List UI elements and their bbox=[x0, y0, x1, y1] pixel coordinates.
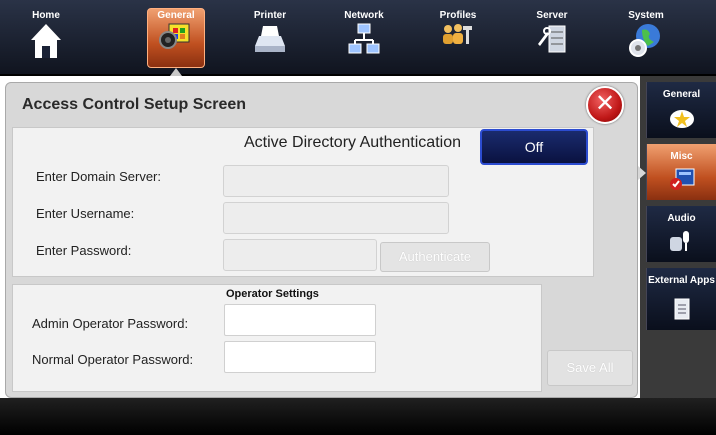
password-input[interactable] bbox=[223, 239, 377, 271]
close-button[interactable]: ✕ bbox=[586, 86, 624, 124]
save-all-button[interactable]: Save All bbox=[547, 350, 633, 386]
microphone-icon bbox=[668, 229, 696, 256]
document-icon bbox=[672, 297, 692, 324]
username-label: Enter Username: bbox=[36, 206, 135, 221]
nav-printer-label: Printer bbox=[253, 10, 287, 21]
admin-password-input[interactable] bbox=[224, 304, 376, 336]
bottom-bar bbox=[0, 398, 716, 435]
nav-system[interactable]: System bbox=[604, 0, 688, 74]
nav-server[interactable]: Server bbox=[510, 0, 594, 74]
normal-password-input[interactable] bbox=[224, 341, 376, 373]
star-icon bbox=[669, 107, 695, 132]
printer-icon bbox=[253, 22, 287, 59]
nav-system-label: System bbox=[628, 10, 664, 21]
globe-gear-icon bbox=[628, 22, 664, 61]
misc-icon bbox=[668, 167, 696, 194]
authenticate-button[interactable]: Authenticate bbox=[380, 242, 490, 272]
normal-password-label: Normal Operator Password: bbox=[32, 352, 194, 367]
sidebar-item-label: Audio bbox=[667, 213, 696, 224]
profiles-icon bbox=[440, 22, 476, 51]
sidebar-item-label: External Apps bbox=[648, 275, 715, 286]
nav-home[interactable]: Home bbox=[4, 0, 88, 74]
sidebar-item-label: General bbox=[662, 89, 701, 100]
sidebar-item-external-apps[interactable]: External Apps bbox=[646, 268, 716, 330]
sidebar-item-general[interactable]: General bbox=[646, 82, 716, 138]
nav-profiles-label: Profiles bbox=[439, 10, 477, 21]
server-icon bbox=[535, 22, 569, 59]
active-directory-title: Active Directory Authentication bbox=[244, 134, 461, 151]
active-directory-toggle-button[interactable]: Off bbox=[480, 129, 588, 165]
nav-general-label: General bbox=[157, 10, 195, 21]
operator-settings-title: Operator Settings bbox=[226, 288, 319, 300]
password-label: Enter Password: bbox=[36, 243, 132, 258]
sidebar-item-label: Misc bbox=[670, 151, 693, 162]
sidebar-item-misc[interactable]: Misc bbox=[646, 144, 716, 200]
admin-password-label: Admin Operator Password: bbox=[32, 316, 189, 331]
nav-home-label: Home bbox=[32, 10, 60, 21]
nav-network-label: Network bbox=[344, 10, 384, 21]
operator-settings-section bbox=[12, 284, 542, 392]
network-icon bbox=[347, 22, 381, 61]
domain-server-input[interactable] bbox=[223, 165, 449, 197]
page-title: Access Control Setup Screen bbox=[22, 96, 247, 113]
domain-server-label: Enter Domain Server: bbox=[36, 169, 161, 184]
username-input[interactable] bbox=[223, 202, 449, 234]
nav-profiles[interactable]: Profiles bbox=[416, 0, 500, 74]
sidebar-active-caret bbox=[638, 166, 646, 180]
nav-general[interactable]: General bbox=[134, 0, 218, 74]
top-navigation-bar: Home General Printer Network Profiles Se… bbox=[0, 0, 716, 76]
sidebar-item-audio[interactable]: Audio bbox=[646, 206, 716, 262]
nav-network[interactable]: Network bbox=[322, 0, 406, 74]
nav-server-label: Server bbox=[536, 10, 568, 21]
close-icon: ✕ bbox=[594, 90, 616, 117]
nav-printer[interactable]: Printer bbox=[228, 0, 312, 74]
home-icon bbox=[29, 22, 63, 65]
active-tab-caret bbox=[170, 68, 182, 76]
speaker-palette-icon bbox=[159, 22, 193, 55]
